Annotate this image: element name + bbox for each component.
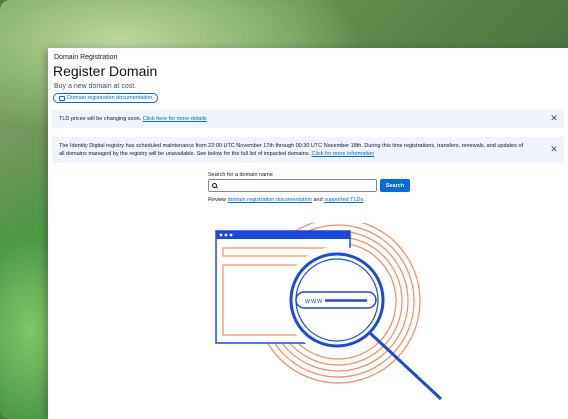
alert-link[interactable]: Click for more information: [312, 151, 375, 157]
registration-docs-link[interactable]: domain registration documentation: [228, 197, 312, 203]
review-prefix: Review: [208, 197, 227, 203]
documentation-button[interactable]: Domain registration documentation: [53, 93, 159, 103]
alert-link[interactable]: Click here for more details: [143, 116, 207, 122]
book-icon: [59, 95, 65, 101]
alert-text: TLD prices will be changing soon.: [59, 116, 142, 122]
domain-search-field[interactable]: [208, 179, 377, 192]
close-icon[interactable]: ✕: [550, 145, 558, 154]
supported-tlds-link[interactable]: supported TLDs: [324, 197, 363, 203]
search-icon: [212, 183, 217, 188]
search-label: Search for a domain name: [208, 172, 273, 178]
magnifier-graphic: www: [283, 246, 443, 401]
domain-search-input[interactable]: [219, 180, 369, 191]
info-alert-tld-prices: TLD prices will be changing soon. Click …: [52, 110, 564, 128]
close-icon[interactable]: ✕: [550, 114, 558, 123]
review-text: Review domain registration documentation…: [208, 197, 365, 203]
review-suffix: .: [363, 197, 365, 203]
review-middle: and: [313, 197, 323, 203]
page-title: Register Domain: [53, 63, 158, 79]
alert-text: The Identity Digital registry has schedu…: [59, 143, 524, 157]
documentation-button-label: Domain registration documentation: [67, 95, 153, 101]
search-button[interactable]: Search: [380, 179, 410, 192]
info-alert-maintenance: The Identity Digital registry has schedu…: [52, 137, 564, 163]
app-window: Domain Registration Register Domain Buy …: [48, 48, 568, 419]
page-subtitle: Buy a new domain at cost.: [54, 83, 137, 90]
url-text: www: [304, 298, 323, 305]
breadcrumb[interactable]: Domain Registration: [54, 54, 117, 61]
domain-search-illustration: www: [215, 223, 443, 401]
